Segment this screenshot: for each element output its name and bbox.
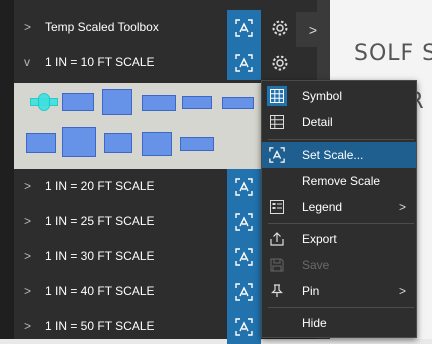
legend-icon bbox=[267, 197, 287, 217]
toolset-label: 1 IN = 25 FT SCALE bbox=[45, 214, 155, 228]
toolset-label: 1 IN = 30 FT SCALE bbox=[45, 249, 155, 263]
toolset-label: Temp Scaled Toolbox bbox=[45, 20, 159, 34]
toolset-label: 1 IN = 10 FT SCALE bbox=[45, 55, 155, 69]
tool-symbol[interactable] bbox=[180, 137, 214, 151]
left-strip bbox=[0, 0, 14, 339]
toolset-label: 1 IN = 40 FT SCALE bbox=[45, 284, 155, 298]
scale-icon bbox=[235, 282, 253, 301]
chevron-right-icon: > bbox=[398, 284, 406, 298]
scale-button[interactable] bbox=[227, 239, 261, 274]
scale-icon bbox=[235, 18, 253, 37]
chevron-right-icon[interactable]: > bbox=[24, 204, 31, 239]
menu-item-export[interactable]: Export bbox=[262, 226, 416, 252]
menu-item-save: Save bbox=[262, 252, 416, 278]
menu-item-label: Detail bbox=[302, 115, 333, 129]
save-icon bbox=[267, 255, 287, 275]
menu-divider bbox=[268, 307, 414, 308]
list-icon bbox=[267, 112, 287, 132]
menu-divider bbox=[268, 139, 414, 140]
scale-icon bbox=[235, 177, 253, 196]
tool-symbol[interactable] bbox=[182, 96, 212, 109]
tool-symbol[interactable] bbox=[26, 133, 56, 153]
context-menu: Symbol Detail Set Scale... Remove Scale … bbox=[261, 80, 417, 338]
menu-item-label: Symbol bbox=[302, 89, 343, 103]
tool-symbol[interactable] bbox=[104, 133, 132, 153]
toolset-label: 1 IN = 20 FT SCALE bbox=[45, 179, 155, 193]
chevron-right-icon: > bbox=[398, 200, 406, 214]
tool-symbol[interactable] bbox=[62, 93, 94, 111]
toolset-row-10ft[interactable]: v 1 IN = 10 FT SCALE bbox=[14, 45, 330, 80]
grid-icon bbox=[267, 86, 287, 106]
toolset-row-temp[interactable]: > Temp Scaled Toolbox bbox=[14, 10, 330, 45]
tool-symbol[interactable] bbox=[38, 93, 50, 111]
chevron-right-icon: > bbox=[308, 21, 318, 38]
tool-symbol[interactable] bbox=[102, 89, 132, 115]
tool-symbol[interactable] bbox=[222, 97, 254, 109]
tool-symbol[interactable] bbox=[142, 95, 176, 111]
scale-button[interactable] bbox=[227, 45, 261, 80]
export-icon bbox=[267, 229, 287, 249]
menu-item-legend[interactable]: Legend > bbox=[262, 194, 416, 220]
menu-item-label: Set Scale... bbox=[302, 148, 364, 162]
chevron-right-icon[interactable]: > bbox=[24, 169, 31, 204]
scale-button[interactable] bbox=[227, 204, 261, 239]
menu-item-label: Remove Scale bbox=[302, 174, 381, 188]
scale-button[interactable] bbox=[227, 274, 261, 309]
gear-icon bbox=[272, 55, 288, 70]
menu-item-label: Hide bbox=[302, 316, 327, 330]
chevron-down-icon[interactable]: v bbox=[24, 45, 30, 80]
pin-icon bbox=[267, 281, 287, 301]
scale-button[interactable] bbox=[227, 10, 261, 45]
tool-symbol[interactable] bbox=[62, 127, 96, 157]
collapse-panel-button[interactable]: > bbox=[296, 12, 330, 47]
menu-item-symbol[interactable]: Symbol bbox=[262, 83, 416, 109]
menu-item-pin[interactable]: Pin > bbox=[262, 278, 416, 304]
chevron-right-icon[interactable]: > bbox=[24, 274, 31, 309]
menu-divider bbox=[268, 223, 414, 224]
scale-icon bbox=[235, 247, 253, 266]
tool-preview-area bbox=[14, 83, 275, 169]
gear-icon bbox=[272, 20, 288, 35]
scale-button[interactable] bbox=[227, 169, 261, 204]
settings-gear-button[interactable] bbox=[267, 10, 293, 45]
menu-item-hide[interactable]: Hide bbox=[262, 310, 416, 336]
menu-item-label: Save bbox=[302, 258, 330, 272]
menu-item-set-scale[interactable]: Set Scale... bbox=[262, 142, 416, 168]
scale-icon bbox=[235, 53, 253, 72]
menu-item-detail[interactable]: Detail bbox=[262, 109, 416, 135]
menu-item-label: Pin bbox=[302, 284, 320, 298]
settings-gear-button[interactable] bbox=[267, 45, 293, 80]
chevron-right-icon[interactable]: > bbox=[24, 10, 31, 45]
chevron-right-icon[interactable]: > bbox=[24, 239, 31, 274]
tool-symbol[interactable] bbox=[142, 132, 172, 156]
scale-icon bbox=[235, 317, 253, 336]
scale-icon bbox=[267, 145, 287, 165]
menu-item-label: Legend bbox=[302, 200, 343, 214]
menu-item-label: Export bbox=[302, 232, 337, 246]
scale-icon bbox=[235, 212, 253, 231]
menu-item-remove-scale[interactable]: Remove Scale bbox=[262, 168, 416, 194]
